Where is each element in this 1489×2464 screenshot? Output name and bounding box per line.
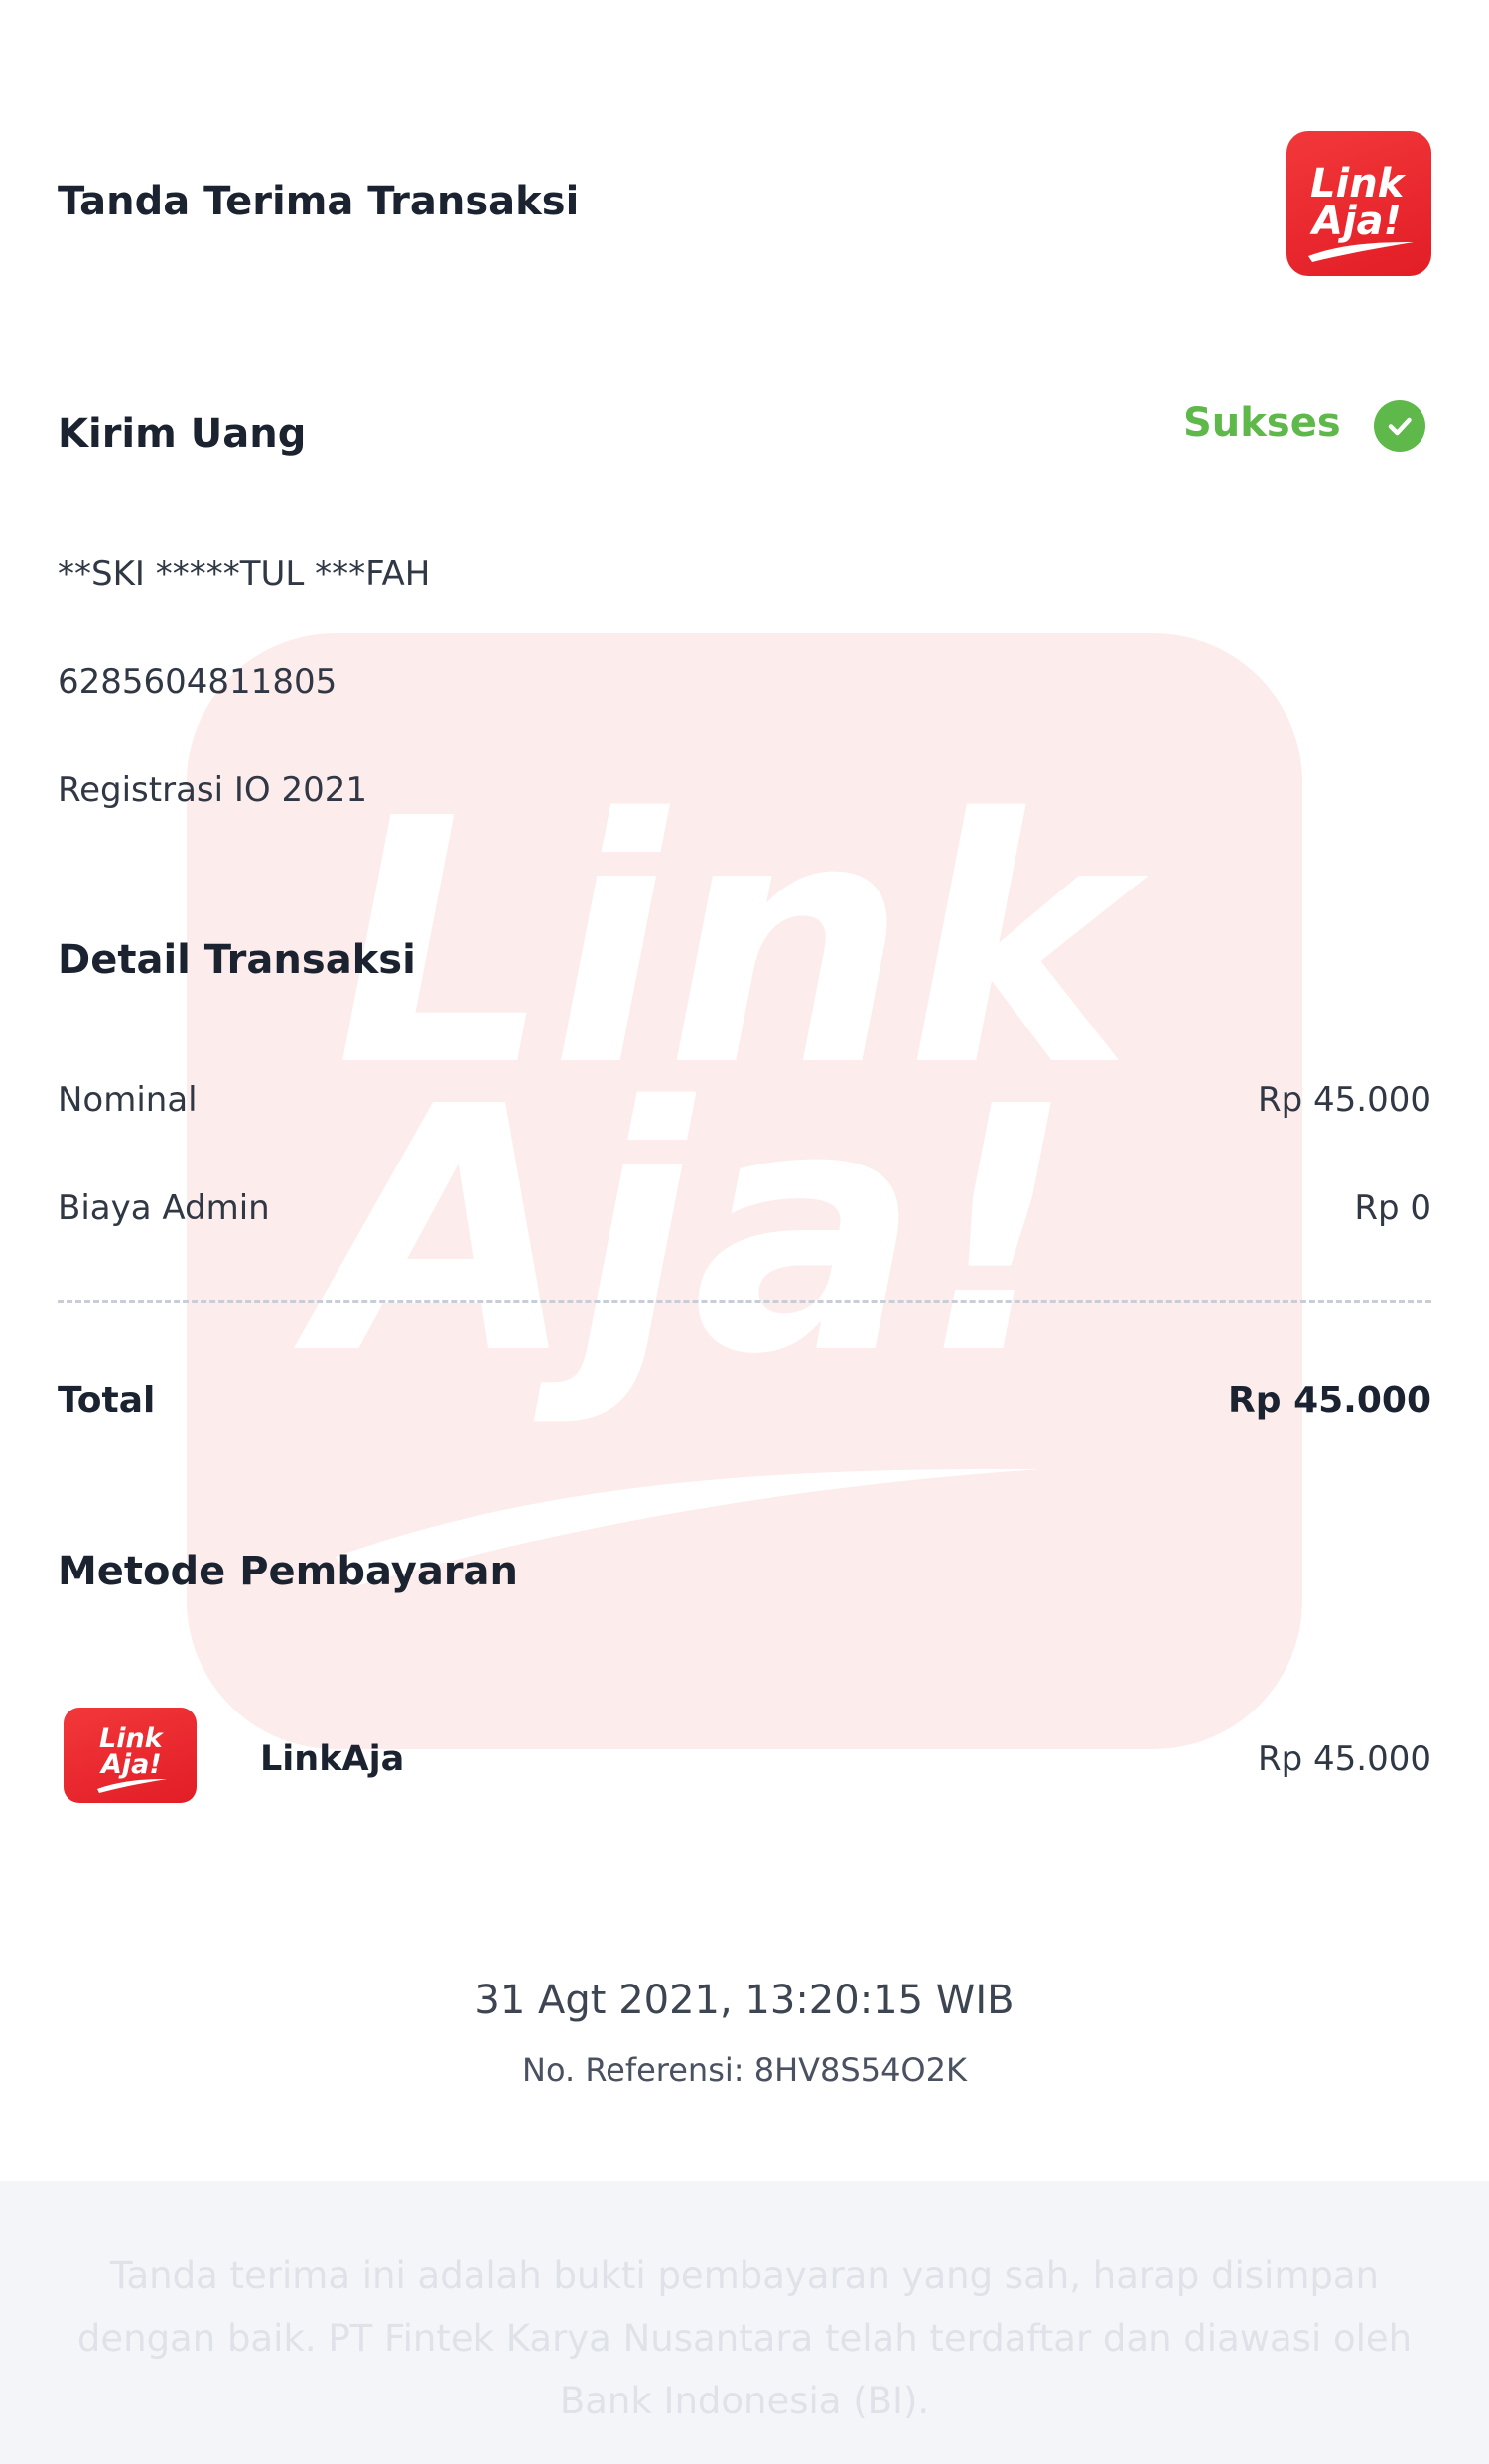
nominal-value: Rp 45.000: [1258, 1080, 1431, 1120]
reference-number: No. Referensi: 8HV8S54O2K: [522, 2051, 967, 2089]
details-title: Detail Transaksi: [58, 937, 416, 983]
total-label: Total: [58, 1380, 156, 1421]
total-value: Rp 45.000: [1228, 1380, 1431, 1421]
transaction-type: Kirim Uang: [58, 411, 307, 457]
recipient-phone: 6285604811805: [58, 662, 338, 702]
payment-method-name: LinkAja: [260, 1739, 405, 1779]
linkaja-logo: Link Aja!: [1286, 131, 1431, 276]
payment-method-icon: Link Aja!: [64, 1708, 197, 1803]
payment-amount: Rp 45.000: [1258, 1739, 1431, 1779]
transaction-note: Registrasi IO 2021: [58, 770, 367, 810]
payment-method-title: Metode Pembayaran: [58, 1549, 519, 1594]
dashed-divider: [58, 1300, 1431, 1303]
svg-text:Aja!: Aja!: [1309, 199, 1402, 244]
admin-fee-value: Rp 0: [1354, 1188, 1431, 1228]
recipient-name: **SKI *****TUL ***FAH: [58, 554, 431, 594]
admin-fee-label: Biaya Admin: [58, 1188, 270, 1228]
status-badge: Sukses: [1183, 400, 1341, 446]
svg-text:Aja!: Aja!: [99, 1749, 162, 1780]
transaction-datetime: 31 Agt 2021, 13:20:15 WIB: [474, 1978, 1015, 2023]
check-circle-icon: [1374, 400, 1425, 452]
page-title: Tanda Terima Transaksi: [58, 179, 580, 224]
footer: Tanda terima ini adalah bukti pembayaran…: [0, 2181, 1489, 2464]
nominal-label: Nominal: [58, 1080, 198, 1120]
footer-disclaimer: Tanda terima ini adalah bukti pembayaran…: [76, 2255, 1413, 2422]
